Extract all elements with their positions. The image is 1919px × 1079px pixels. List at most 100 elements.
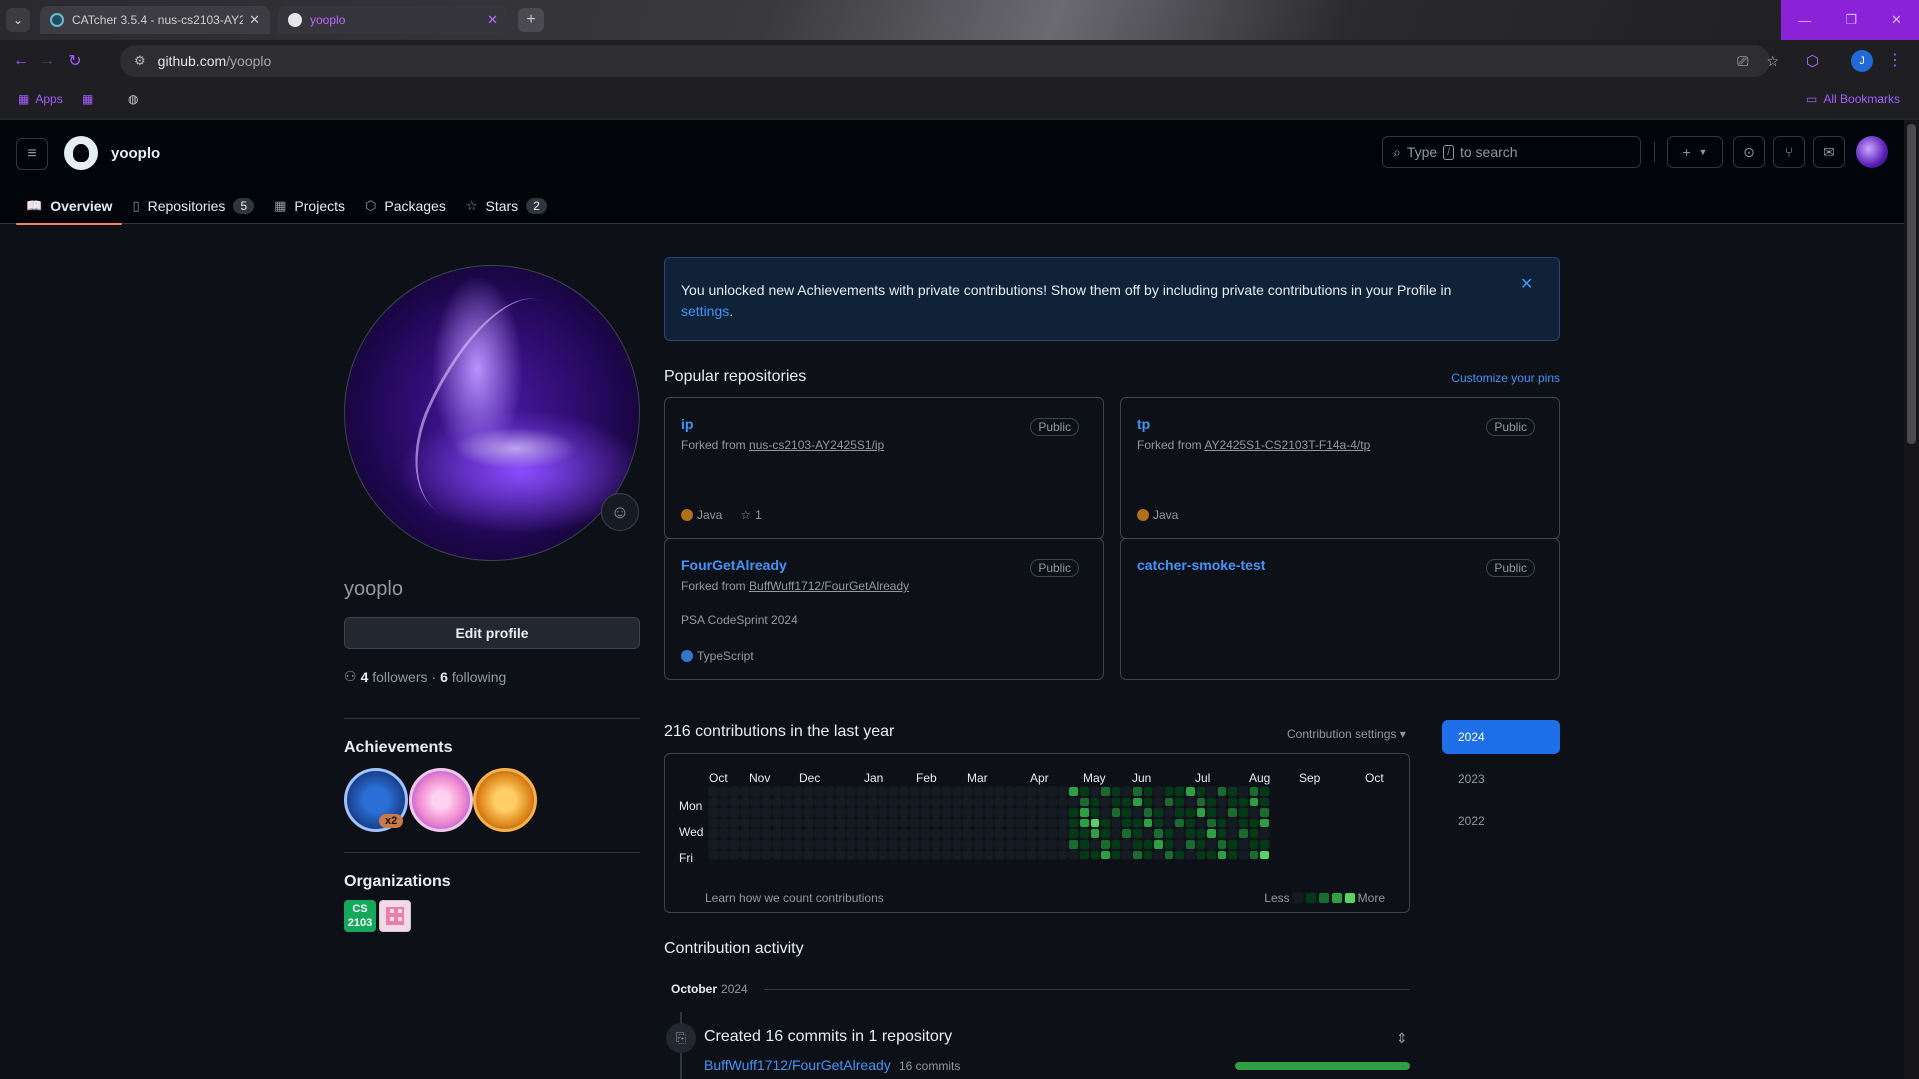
- browser-profile-avatar[interactable]: J: [1851, 50, 1873, 72]
- contribution-cell[interactable]: [825, 840, 835, 849]
- contribution-cell[interactable]: [1196, 818, 1206, 828]
- tab-repositories[interactable]: ▯ Repositories 5: [122, 188, 264, 224]
- contribution-cell[interactable]: [804, 840, 813, 849]
- contribution-cell[interactable]: [1016, 808, 1025, 817]
- repo-name-link[interactable]: catcher-smoke-test: [1137, 557, 1265, 573]
- contribution-cell[interactable]: [963, 840, 972, 849]
- browser-tab-catcher[interactable]: CATcher 3.5.4 - nus-cs2103-AY2 ✕: [40, 6, 270, 34]
- contribution-cell[interactable]: [719, 840, 729, 849]
- followers-link[interactable]: 4 followers: [361, 669, 428, 685]
- contribution-cell[interactable]: [889, 818, 898, 828]
- contribution-cell[interactable]: [804, 818, 813, 828]
- contribution-cell[interactable]: [1048, 840, 1057, 849]
- contribution-cell[interactable]: [984, 797, 994, 807]
- year-2023-button[interactable]: 2023: [1442, 762, 1560, 796]
- contribution-cell[interactable]: [952, 850, 962, 860]
- contribution-cell[interactable]: [1080, 829, 1089, 838]
- contribution-cell[interactable]: [1005, 850, 1015, 860]
- contribution-cell[interactable]: [868, 787, 877, 796]
- contribution-cell[interactable]: [751, 850, 760, 860]
- contribution-cell[interactable]: [1048, 829, 1057, 838]
- contribution-cell[interactable]: [825, 797, 835, 807]
- contribution-cell[interactable]: [963, 797, 972, 807]
- contribution-cell[interactable]: [1143, 818, 1153, 828]
- contribution-cell[interactable]: [825, 829, 835, 838]
- activity-commit-count[interactable]: 16 commits: [899, 1059, 960, 1073]
- contribution-cell[interactable]: [815, 829, 824, 838]
- contribution-cell[interactable]: [1005, 840, 1015, 849]
- contribution-cell[interactable]: [1228, 829, 1237, 838]
- contribution-cell[interactable]: [730, 829, 739, 838]
- contribution-cell[interactable]: [762, 840, 771, 849]
- contribution-cell[interactable]: [1111, 829, 1121, 838]
- contribution-cell[interactable]: [1048, 818, 1057, 828]
- contribution-cell[interactable]: [1133, 840, 1142, 849]
- contribution-cell[interactable]: [1143, 850, 1153, 860]
- contribution-cell[interactable]: [857, 840, 866, 849]
- contribution-cell[interactable]: [1207, 850, 1216, 860]
- contribution-cell[interactable]: [1207, 829, 1216, 838]
- contribution-cell[interactable]: [1249, 818, 1259, 828]
- contribution-cell[interactable]: [995, 818, 1004, 828]
- contribution-cell[interactable]: [910, 808, 919, 817]
- contribution-cell[interactable]: [1101, 829, 1110, 838]
- contribution-cell[interactable]: [889, 850, 898, 860]
- contribution-cell[interactable]: [740, 850, 750, 860]
- repo-name-link[interactable]: ip: [681, 416, 693, 432]
- search-input[interactable]: ⌕ Type / to search: [1382, 136, 1641, 168]
- org-pink-avatar[interactable]: [379, 900, 411, 932]
- contribution-cell[interactable]: [868, 808, 877, 817]
- contribution-cell[interactable]: [1260, 787, 1269, 796]
- contribution-cell[interactable]: [942, 818, 951, 828]
- contribution-cell[interactable]: [815, 797, 824, 807]
- contribution-cell[interactable]: [1186, 840, 1195, 849]
- contribution-cell[interactable]: [931, 787, 941, 796]
- contribution-cell[interactable]: [921, 829, 930, 838]
- contribution-cell[interactable]: [783, 787, 792, 796]
- contribution-cell[interactable]: [1090, 829, 1100, 838]
- customize-pins-link[interactable]: Customize your pins: [1451, 371, 1560, 385]
- star-icon[interactable]: ☆: [740, 508, 751, 522]
- contribution-cell[interactable]: [719, 829, 729, 838]
- contribution-cell[interactable]: [836, 829, 845, 838]
- contribution-cell[interactable]: [974, 818, 983, 828]
- contribution-cell[interactable]: [1048, 787, 1057, 796]
- contribution-cell[interactable]: [974, 797, 983, 807]
- contribution-cell[interactable]: [889, 840, 898, 849]
- contribution-cell[interactable]: [751, 829, 760, 838]
- contribution-cell[interactable]: [751, 808, 760, 817]
- contribution-cell[interactable]: [1133, 818, 1142, 828]
- contribution-cell[interactable]: [1196, 787, 1206, 796]
- contribution-cell[interactable]: [995, 797, 1004, 807]
- contribution-cell[interactable]: [899, 850, 909, 860]
- contribution-cell[interactable]: [1175, 840, 1184, 849]
- contribution-cell[interactable]: [931, 797, 941, 807]
- install-app-icon[interactable]: ⎚: [1737, 53, 1748, 70]
- contribution-cell[interactable]: [1143, 840, 1153, 849]
- contribution-cell[interactable]: [857, 797, 866, 807]
- contribution-cell[interactable]: [1249, 797, 1259, 807]
- contribution-cell[interactable]: [783, 840, 792, 849]
- contribution-cell[interactable]: [1249, 808, 1259, 817]
- contribution-cell[interactable]: [709, 829, 718, 838]
- contribution-cell[interactable]: [1005, 787, 1015, 796]
- contribution-cell[interactable]: [793, 840, 803, 849]
- contribution-cell[interactable]: [974, 787, 983, 796]
- contribution-cell[interactable]: [1260, 850, 1269, 860]
- contribution-cell[interactable]: [1058, 787, 1068, 796]
- contribution-cell[interactable]: [1027, 808, 1036, 817]
- contribution-cell[interactable]: [740, 808, 750, 817]
- contribution-cell[interactable]: [1101, 797, 1110, 807]
- contribution-cell[interactable]: [1111, 850, 1121, 860]
- contribution-cell[interactable]: [931, 818, 941, 828]
- achievement-pull-shark-cowboy-icon[interactable]: [473, 768, 537, 832]
- contribution-cell[interactable]: [1217, 818, 1227, 828]
- contribution-cell[interactable]: [825, 818, 835, 828]
- contribution-cell[interactable]: [995, 808, 1004, 817]
- contribution-cell[interactable]: [740, 818, 750, 828]
- contribution-cell[interactable]: [772, 840, 782, 849]
- repo-name-link[interactable]: FourGetAlready: [681, 557, 787, 573]
- contribution-cell[interactable]: [1239, 787, 1248, 796]
- set-status-smiley-icon[interactable]: ☺: [601, 493, 639, 531]
- contribution-cell[interactable]: [1186, 818, 1195, 828]
